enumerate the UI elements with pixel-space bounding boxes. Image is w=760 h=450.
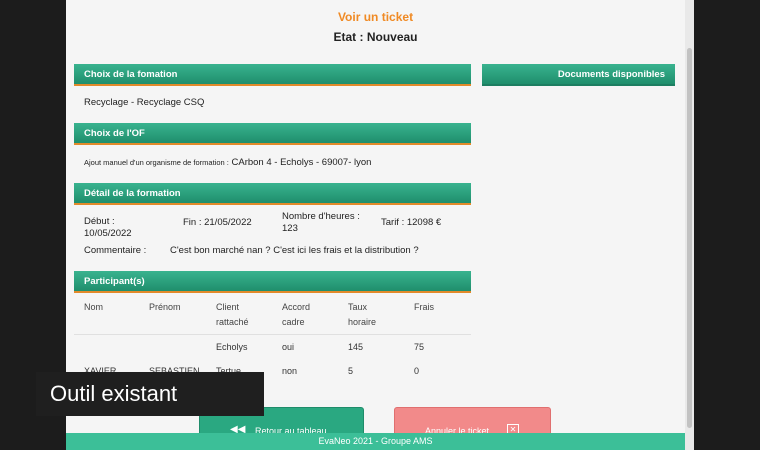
background-dark xyxy=(694,0,760,450)
formation-value: Recyclage - Recyclage CSQ xyxy=(84,97,205,108)
scrollbar-thumb[interactable] xyxy=(687,48,692,428)
page-scrollbar[interactable] xyxy=(685,0,694,450)
detail-fin: Fin : 21/05/2022 xyxy=(183,217,252,228)
cell-client: Echolys xyxy=(216,342,248,352)
cell-taux: 145 xyxy=(348,342,364,352)
cell-accord: non xyxy=(282,366,298,376)
detail-commentaire: C'est bon marché nan ? C'est ici les fra… xyxy=(170,245,419,256)
cell-frais: 75 xyxy=(414,342,425,352)
of-label: Ajout manuel d'un organisme de formation… xyxy=(84,158,229,167)
table-divider xyxy=(74,334,471,335)
detail-tarif: Tarif : 12098 € xyxy=(381,217,442,228)
participants-section-header: Participant(s) xyxy=(74,271,471,293)
detail-section-header: Détail de la formation xyxy=(74,183,471,205)
overlay-caption: Outil existant xyxy=(36,372,264,416)
of-line: Ajout manuel d'un organisme de formation… xyxy=(84,157,371,168)
footer: EvaNeo 2021 - Groupe AMS xyxy=(66,433,685,450)
detail-debut: Début : 10/05/2022 xyxy=(84,216,132,239)
formation-section-header: Choix de la fomation xyxy=(74,64,471,86)
ticket-status: Etat : Nouveau xyxy=(333,30,418,44)
documents-section-header: Documents disponibles xyxy=(482,64,675,86)
col-client: Client rattaché xyxy=(216,302,249,327)
of-section-header: Choix de l'OF xyxy=(74,123,471,145)
detail-heures: Nombre d'heures : 123 xyxy=(282,211,360,234)
col-frais: Frais xyxy=(414,302,434,312)
of-value: CArbon 4 - Echolys - 69007- lyon xyxy=(231,157,372,168)
detail-commentaire-label: Commentaire : xyxy=(84,245,147,256)
col-prenom: Prénom xyxy=(149,302,181,312)
col-accord: Accord cadre xyxy=(282,302,311,327)
col-nom: Nom xyxy=(84,302,104,312)
cell-accord: oui xyxy=(282,342,295,352)
cell-frais: 0 xyxy=(414,366,420,376)
cell-taux: 5 xyxy=(348,366,354,376)
col-taux: Taux horaire xyxy=(348,302,377,327)
page-title: Voir un ticket xyxy=(337,10,414,24)
